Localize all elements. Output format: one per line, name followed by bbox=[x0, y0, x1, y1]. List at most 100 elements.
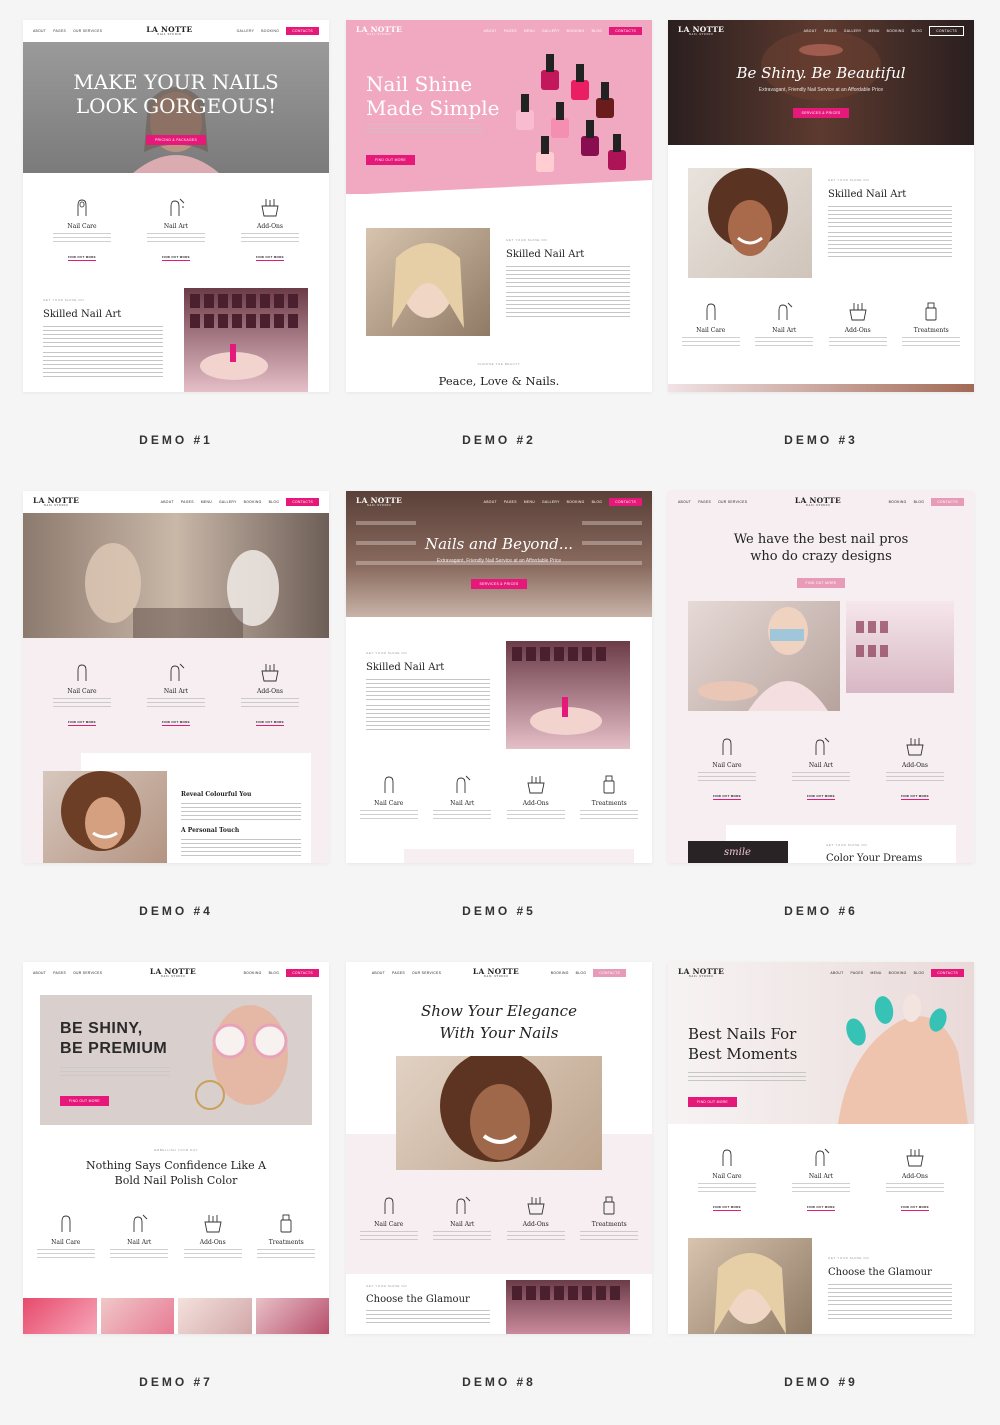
nail-care-icon bbox=[700, 300, 722, 322]
find-out-more-button[interactable]: FIND OUT MORE bbox=[60, 1096, 109, 1106]
logo[interactable]: LA NOTTE NAIL STUDIO bbox=[678, 968, 724, 978]
add-ons-icon bbox=[904, 735, 926, 757]
nail-art-icon bbox=[773, 300, 795, 322]
demo-8-label[interactable]: DEMO #8 bbox=[346, 1375, 652, 1389]
demo-5-label[interactable]: DEMO #5 bbox=[346, 904, 652, 918]
section-title: Choose the Glamour bbox=[366, 1294, 470, 1305]
service-nail-art: Nail Art FIND OUT MORE bbox=[143, 196, 209, 263]
section-title-line-1: Nothing Says Confidence Like A bbox=[85, 1159, 267, 1172]
section-title: Skilled Nail Art bbox=[43, 309, 122, 320]
demo-6-preview[interactable]: ABOUT PAGES OUR SERVICES LA NOTTE NAIL STUD… bbox=[668, 491, 974, 863]
service-add-ons: Add-Ons FIND OUT MORE bbox=[237, 196, 303, 263]
section-title: Color Your Dreams bbox=[826, 853, 923, 863]
demo-7-preview[interactable]: ABOUT PAGES OUR SERVICES LA NOTTE NAIL STUD… bbox=[23, 962, 329, 1334]
demo-8-nav: ABOUT PAGES OUR SERVICES LA NOTTE NAIL STUD… bbox=[346, 962, 652, 984]
logo[interactable]: LA NOTTE NAIL STUDIO bbox=[356, 497, 402, 507]
nail-art-icon bbox=[128, 1212, 150, 1234]
nav-contacts-button[interactable]: CONTACTS bbox=[609, 498, 642, 506]
services-row: Nail Care Nail Art Add-Ons Treatments bbox=[346, 773, 652, 822]
nav-our-services[interactable]: OUR SERVICES bbox=[73, 29, 102, 33]
treatments-icon bbox=[598, 1194, 620, 1216]
nail-care-icon bbox=[378, 773, 400, 795]
nail-technician-image bbox=[688, 601, 840, 711]
hero-title-line-2: LOOK GORGEOUS! bbox=[75, 94, 277, 118]
demo-5-preview[interactable]: LA NOTTE NAIL STUDIO ABOUT PAGES MENU GALLER… bbox=[346, 491, 652, 863]
demo-4-label[interactable]: DEMO #4 bbox=[23, 904, 329, 918]
services-prices-button[interactable]: SERVICES & PRICES bbox=[470, 579, 528, 589]
demo-2-label[interactable]: DEMO #2 bbox=[346, 433, 652, 447]
nail-polish-shelf-image bbox=[184, 288, 308, 392]
add-ons-icon bbox=[525, 1194, 547, 1216]
logo[interactable]: LA NOTTE NAIL STUDIO bbox=[795, 497, 841, 507]
nav-contacts-button[interactable]: CONTACTS bbox=[286, 498, 319, 506]
logo[interactable]: LA NOTTE NAIL STUDIO bbox=[150, 968, 196, 978]
demo-6-nav: ABOUT PAGES OUR SERVICES LA NOTTE NAIL STUD… bbox=[668, 491, 974, 513]
demo-6-label[interactable]: DEMO #6 bbox=[668, 904, 974, 918]
nav-about[interactable]: ABOUT bbox=[33, 29, 46, 33]
demo-9-label[interactable]: DEMO #9 bbox=[668, 1375, 974, 1389]
demo-1-nav: ABOUT PAGES OUR SERVICES LA NOTTE NAIL ST… bbox=[23, 20, 329, 42]
hero-title-line-1: BE SHINY, bbox=[60, 1020, 143, 1037]
services-row: Nail Care Nail Art Add-Ons Treatments bbox=[23, 1212, 329, 1261]
nail-care-icon bbox=[55, 1212, 77, 1234]
demo-1-preview[interactable]: ABOUT PAGES OUR SERVICES LA NOTTE NAIL ST… bbox=[23, 20, 329, 392]
services-prices-button[interactable]: SERVICES & PRICES bbox=[792, 108, 850, 118]
nav-contacts-button[interactable]: CONTACTS bbox=[931, 498, 964, 506]
nail-art-icon bbox=[165, 661, 187, 683]
services-row: Nail Care FIND OUT MORE Nail Art FIND OUT … bbox=[668, 1146, 974, 1213]
find-out-more-button[interactable]: FIND OUT MORE bbox=[796, 578, 846, 588]
services-row: Nail Care FIND OUT MORE Nail Art FIND OUT … bbox=[23, 661, 329, 728]
logo[interactable]: LA NOTTE NAIL STUDIO bbox=[473, 968, 519, 978]
services-row: Nail Care FIND OUT MORE Nail Art FIND OUT … bbox=[668, 735, 974, 802]
demo-7-label[interactable]: DEMO #7 bbox=[23, 1375, 329, 1389]
add-ons-icon bbox=[259, 196, 281, 218]
demo-9-preview[interactable]: LA NOTTE NAIL STUDIO ABOUT PAGES MENU BOOKIN… bbox=[668, 962, 974, 1334]
salon-photo bbox=[23, 513, 329, 638]
section-title: Skilled Nail Art bbox=[828, 189, 907, 200]
services-row: Nail Care FIND OUT MORE Nail Art FIND OUT … bbox=[23, 196, 329, 263]
hero-title-line-2: who do crazy designs bbox=[750, 549, 892, 564]
demo-5-nav: LA NOTTE NAIL STUDIO ABOUT PAGES MENU GALLER… bbox=[346, 491, 652, 513]
nav-booking[interactable]: BOOKING bbox=[261, 29, 279, 33]
logo[interactable]: LA NOTTE NAIL STUDIO bbox=[356, 26, 402, 36]
demo-3-preview[interactable]: LA NOTTE NAIL STUDIO ABOUT PAGES GALLERY MEN… bbox=[668, 20, 974, 392]
nav-contacts-button[interactable]: CONTACTS bbox=[609, 27, 642, 35]
demo-7-hero: BE SHINY, BE PREMIUM FIND OUT MORE bbox=[40, 995, 312, 1125]
nav-pages[interactable]: PAGES bbox=[53, 29, 66, 33]
add-ons-icon bbox=[202, 1212, 224, 1234]
hero-title-line-2: BE PREMIUM bbox=[60, 1040, 168, 1057]
hero-title-line-2: With Your Nails bbox=[439, 1024, 559, 1042]
nav-contacts-button[interactable]: CONTACTS bbox=[929, 26, 964, 36]
nail-care-icon bbox=[716, 1146, 738, 1168]
demo-3-label[interactable]: DEMO #3 bbox=[668, 433, 974, 447]
demo-9-nav: LA NOTTE NAIL STUDIO ABOUT PAGES MENU BOOKIN… bbox=[668, 962, 974, 984]
nav-gallery[interactable]: GALLERY bbox=[237, 29, 255, 33]
hero-title: Nails and Beyond... bbox=[424, 535, 574, 553]
nav-contacts-button[interactable]: CONTACTS bbox=[286, 969, 319, 977]
demo-8-preview[interactable]: ABOUT PAGES OUR SERVICES LA NOTTE NAIL STUD… bbox=[346, 962, 652, 1334]
logo[interactable]: LA NOTTE NAIL STUDIO bbox=[33, 497, 79, 507]
treatments-icon bbox=[275, 1212, 297, 1234]
find-out-more-button[interactable]: FIND OUT MORE bbox=[688, 1097, 737, 1107]
add-ons-icon bbox=[904, 1146, 926, 1168]
add-ons-icon bbox=[847, 300, 869, 322]
demo-1-label[interactable]: DEMO #1 bbox=[23, 433, 329, 447]
demo-4-preview[interactable]: LA NOTTE NAIL STUDIO ABOUT PAGES MENU GALLER… bbox=[23, 491, 329, 863]
demo-2-preview[interactable]: LA NOTTE NAIL STUDIO ABOUT PAGES MENU GALLER… bbox=[346, 20, 652, 392]
nav-contacts-button[interactable]: CONTACTS bbox=[286, 27, 319, 35]
logo[interactable]: LA NOTTE NAIL STUDIO bbox=[146, 26, 192, 36]
nail-polish-shelf-image bbox=[506, 1280, 630, 1334]
pricing-button[interactable]: PRICING & PACKAGES bbox=[145, 135, 207, 145]
hero-title-line-2: Made Simple bbox=[366, 96, 500, 120]
logo[interactable]: LA NOTTE NAIL STUDIO bbox=[678, 26, 724, 36]
nav-contacts-button[interactable]: CONTACTS bbox=[593, 969, 627, 977]
add-ons-icon bbox=[525, 773, 547, 795]
hero-title-line-1: We have the best nail pros bbox=[733, 532, 909, 547]
blonde-model-image bbox=[366, 228, 490, 336]
smile-neon-image: smile bbox=[688, 841, 788, 863]
nav-contacts-button[interactable]: CONTACTS bbox=[931, 969, 964, 977]
hero-title-line-1: MAKE YOUR NAILS bbox=[73, 70, 279, 94]
find-out-more-button[interactable]: FIND OUT MORE bbox=[366, 155, 415, 165]
demo-4-nav: LA NOTTE NAIL STUDIO ABOUT PAGES MENU GALLER… bbox=[23, 491, 329, 513]
nail-care-icon bbox=[378, 1194, 400, 1216]
